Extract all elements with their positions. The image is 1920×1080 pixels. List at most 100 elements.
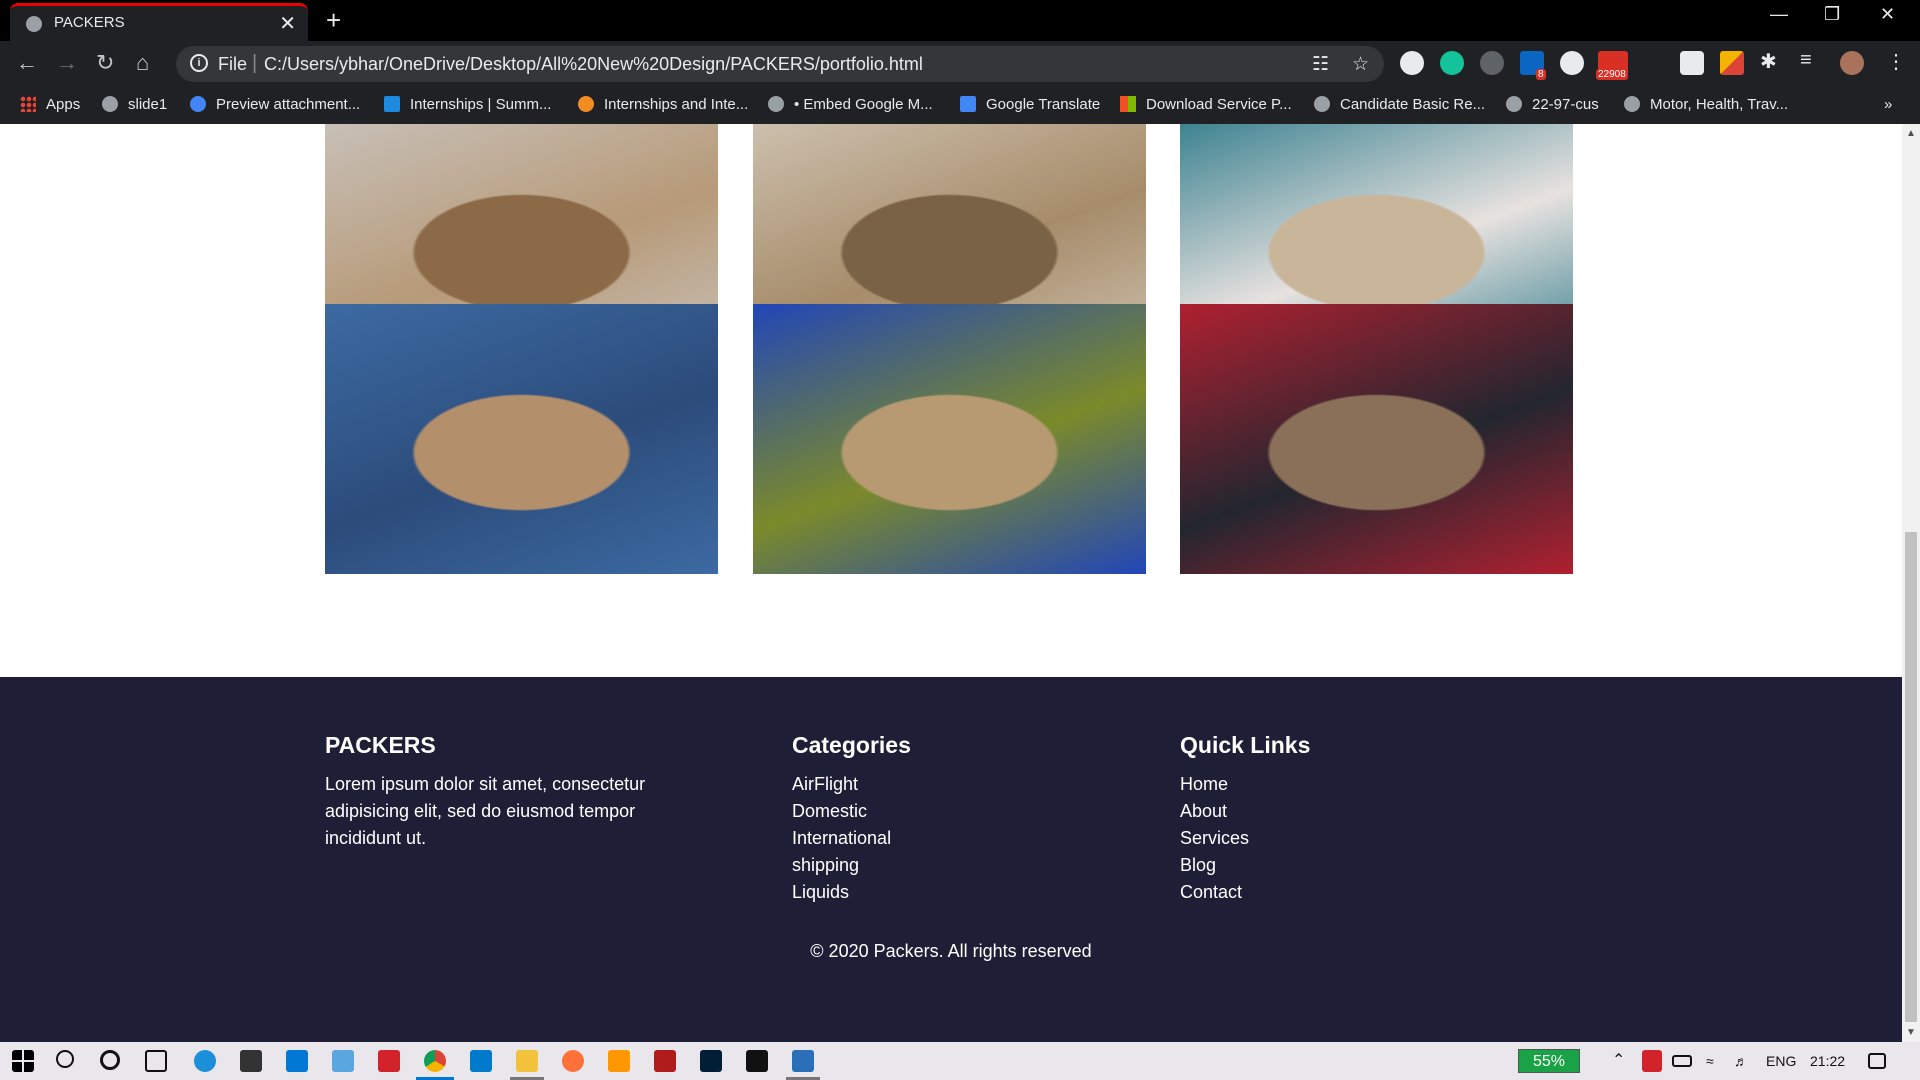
page-viewport: PACKERS Lorem ipsum dolor sit amet, cons… xyxy=(0,124,1902,1042)
restore-icon[interactable]: ❐ xyxy=(1824,4,1840,25)
category-link[interactable]: International xyxy=(792,825,891,852)
quicklink-blog[interactable]: Blog xyxy=(1180,852,1249,879)
category-link[interactable]: shipping xyxy=(792,852,891,879)
linkedin-badge: 8 xyxy=(1536,69,1546,80)
bookmark-item[interactable]: slide1 xyxy=(102,96,167,113)
chrome-icon[interactable] xyxy=(424,1050,446,1072)
filezilla-icon[interactable] xyxy=(654,1050,676,1072)
minimize-icon[interactable]: — xyxy=(1770,4,1788,25)
puzzle-icon[interactable]: ✱ xyxy=(1760,49,1784,73)
bookmark-star-icon[interactable]: ☆ xyxy=(1352,53,1369,76)
speed-icon[interactable] xyxy=(1560,51,1584,75)
bookmark-item[interactable]: Preview attachment... xyxy=(190,96,360,113)
cortana-icon[interactable] xyxy=(100,1050,120,1070)
bookmark-item[interactable]: Internships and Inte... xyxy=(578,96,748,113)
bookmark-item[interactable]: 22-97-cus xyxy=(1506,96,1599,113)
notifications-icon[interactable] xyxy=(1868,1053,1886,1069)
category-link[interactable]: Liquids xyxy=(792,879,891,906)
tab-title: PACKERS xyxy=(54,14,125,31)
back-icon[interactable]: ← xyxy=(16,50,38,76)
bookmark-item[interactable]: • Embed Google M... xyxy=(768,96,933,113)
window-close-icon[interactable]: ✕ xyxy=(1880,4,1895,25)
mail-badge: 22908 xyxy=(1596,69,1628,80)
page-scrollbar[interactable]: ▲ ▼ xyxy=(1902,124,1920,1042)
close-tab-icon[interactable]: ✕ xyxy=(279,11,296,36)
mail-app-icon[interactable] xyxy=(286,1050,308,1072)
internshala-icon xyxy=(384,96,400,112)
globe-icon xyxy=(1624,96,1640,112)
bookmarks-overflow-icon[interactable]: » xyxy=(1884,96,1892,113)
category-link[interactable]: Domestic xyxy=(792,798,891,825)
volume-icon[interactable]: ♬ xyxy=(1734,1053,1748,1069)
firefox-icon[interactable] xyxy=(562,1050,584,1072)
new-tab-button[interactable]: + xyxy=(326,5,341,36)
browser-tab[interactable]: PACKERS ✕ xyxy=(10,3,308,41)
translate-icon xyxy=(960,96,976,112)
reading-list-icon[interactable]: ≡ xyxy=(1800,49,1824,73)
portfolio-image[interactable] xyxy=(1180,304,1573,574)
divider: | xyxy=(252,52,258,74)
url-text[interactable]: C:/Users/ybhar/OneDrive/Desktop/All%20Ne… xyxy=(264,54,923,75)
scroll-down-icon[interactable]: ▼ xyxy=(1906,1027,1916,1038)
microsoft-icon xyxy=(1120,96,1136,112)
portfolio-image[interactable] xyxy=(753,304,1146,574)
google-icon xyxy=(190,96,206,112)
footer-quicklinks-title: Quick Links xyxy=(1180,732,1311,758)
language-indicator[interactable]: ENG xyxy=(1766,1053,1796,1069)
avatar[interactable] xyxy=(1840,51,1864,75)
bookmark-item[interactable]: Internships | Summ... xyxy=(384,96,551,113)
footer-brand-title: PACKERS xyxy=(325,732,436,758)
tab-strip: PACKERS ✕ + — ❐ ✕ xyxy=(0,0,1920,41)
apps-grid-icon xyxy=(20,96,36,112)
netflix-icon[interactable] xyxy=(746,1050,768,1072)
file-explorer-icon[interactable] xyxy=(516,1050,538,1072)
quicklink-services[interactable]: Services xyxy=(1180,825,1249,852)
bookmark-item[interactable]: Download Service P... xyxy=(1120,96,1292,113)
show-hidden-icons-icon[interactable]: ⌃ xyxy=(1612,1050,1625,1070)
sublime-icon[interactable] xyxy=(608,1050,630,1072)
clock[interactable]: 21:22 xyxy=(1810,1053,1845,1069)
reload-icon[interactable]: ↻ xyxy=(96,50,114,76)
store-icon[interactable] xyxy=(240,1050,262,1072)
quicklinks-list: Home About Services Blog Contact xyxy=(1180,771,1249,906)
scroll-up-icon[interactable]: ▲ xyxy=(1906,128,1916,139)
search-icon[interactable] xyxy=(56,1050,74,1068)
windows-taskbar: 55% ⌃ ≈ ♬ ENG 21:22 xyxy=(0,1042,1920,1080)
app-icon[interactable] xyxy=(332,1050,354,1072)
footer-categories-title: Categories xyxy=(792,732,911,758)
antivirus-icon[interactable] xyxy=(1642,1050,1662,1072)
edge-icon[interactable] xyxy=(194,1050,216,1072)
task-view-icon[interactable] xyxy=(145,1050,167,1072)
app-icon[interactable] xyxy=(378,1050,400,1072)
bookmark-apps[interactable]: Apps xyxy=(20,96,80,113)
vscode-icon[interactable] xyxy=(470,1050,492,1072)
camera-icon[interactable] xyxy=(1680,51,1704,75)
menu-icon[interactable]: ⋮ xyxy=(1886,49,1910,73)
translate-icon[interactable]: ☷ xyxy=(1312,53,1329,76)
portfolio-image[interactable] xyxy=(325,304,718,574)
quicklink-contact[interactable]: Contact xyxy=(1180,879,1249,906)
bookmark-item[interactable]: Motor, Health, Trav... xyxy=(1624,96,1788,113)
bookmark-item[interactable]: Candidate Basic Re... xyxy=(1314,96,1485,113)
info-icon[interactable]: i xyxy=(190,54,208,72)
quicklink-home[interactable]: Home xyxy=(1180,771,1249,798)
footer: PACKERS Lorem ipsum dolor sit amet, cons… xyxy=(0,677,1902,1042)
bookmark-item[interactable]: Google Translate xyxy=(960,96,1100,113)
category-link[interactable]: AirFlight xyxy=(792,771,891,798)
windows-start-icon[interactable] xyxy=(12,1050,34,1072)
extension-icon[interactable] xyxy=(1480,51,1504,75)
quicklink-about[interactable]: About xyxy=(1180,798,1249,825)
forward-icon[interactable]: → xyxy=(56,50,78,76)
globe-icon xyxy=(1314,96,1330,112)
photos-icon[interactable] xyxy=(792,1050,814,1072)
grammarly-icon[interactable] xyxy=(1440,51,1464,75)
wifi-icon[interactable]: ≈ xyxy=(1706,1053,1714,1069)
photoshop-icon[interactable] xyxy=(700,1050,722,1072)
scrollbar-thumb[interactable] xyxy=(1905,532,1917,1022)
battery-icon[interactable] xyxy=(1672,1055,1692,1067)
extension-circle-icon[interactable] xyxy=(1400,51,1424,75)
globe-icon xyxy=(26,16,42,32)
home-icon[interactable]: ⌂ xyxy=(136,50,149,76)
address-bar[interactable]: i File | C:/Users/ybhar/OneDrive/Desktop… xyxy=(176,46,1384,82)
colorful-extension-icon[interactable] xyxy=(1720,51,1744,75)
